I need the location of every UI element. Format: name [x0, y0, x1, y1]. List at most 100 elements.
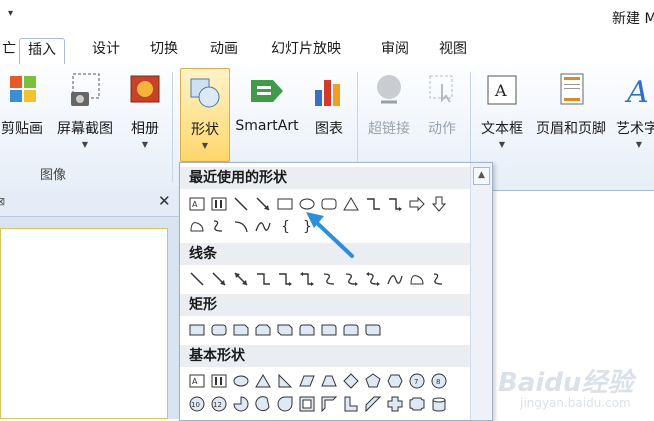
diagonal-stripe-icon[interactable] — [364, 395, 382, 413]
right-arrow-shape-icon[interactable] — [408, 195, 426, 213]
snip-same-side-rectangle-icon[interactable] — [254, 321, 272, 339]
curved-double-arrow-connector-icon[interactable] — [364, 270, 382, 288]
svg-text:A: A — [624, 75, 649, 110]
octagon-icon[interactable]: 8 — [430, 372, 448, 390]
svg-text:{: { — [281, 219, 290, 235]
scribble-icon[interactable] — [430, 270, 448, 288]
screenshot-button[interactable]: 屏幕截图 ▼ — [52, 68, 118, 164]
plaque-icon[interactable] — [408, 395, 426, 413]
decagon-icon[interactable]: 10 — [188, 395, 206, 413]
diamond-icon[interactable] — [342, 372, 360, 390]
arrow-line-shape-icon[interactable] — [254, 195, 272, 213]
trapezoid-icon[interactable] — [320, 372, 338, 390]
round-single-corner-rectangle-icon[interactable] — [320, 321, 338, 339]
half-frame-icon[interactable] — [320, 395, 338, 413]
textbox-shape-icon[interactable]: A — [188, 195, 206, 213]
isosceles-triangle-icon[interactable] — [254, 372, 272, 390]
hexagon-icon[interactable] — [386, 372, 404, 390]
can-icon[interactable] — [430, 395, 448, 413]
cross-icon[interactable] — [386, 395, 404, 413]
elbow-arrow-connector-icon[interactable] — [276, 270, 294, 288]
photo-album-button[interactable]: 相册 ▼ — [122, 68, 168, 164]
gallery-scrollbar[interactable]: ▲ — [470, 163, 492, 420]
teardrop-icon[interactable] — [276, 395, 294, 413]
right-triangle-icon[interactable] — [276, 372, 294, 390]
vertical-textbox-shape-icon[interactable] — [210, 195, 228, 213]
down-arrow-shape-icon[interactable] — [430, 195, 448, 213]
snip-round-rectangle-icon[interactable] — [298, 321, 316, 339]
pie-icon[interactable] — [232, 395, 250, 413]
round-diagonal-rectangle-icon[interactable] — [364, 321, 382, 339]
textbox-icon: A — [487, 75, 517, 105]
smartart-button[interactable]: SmartArt — [232, 68, 302, 164]
tab-slideshow[interactable]: 幻灯片放映 — [263, 38, 349, 62]
arrow-icon[interactable] — [210, 270, 228, 288]
header-footer-button[interactable]: 页眉和页脚 — [530, 68, 612, 164]
tab-design[interactable]: 设计 — [84, 38, 128, 62]
frame-icon[interactable] — [298, 395, 316, 413]
pane-close-icon[interactable]: ✕ — [158, 192, 171, 210]
wordart-button[interactable]: A 艺术字 ▼ — [614, 68, 654, 164]
textbox-button[interactable]: A 文本框 ▼ — [476, 68, 528, 164]
lines-row — [186, 268, 466, 290]
scroll-up-icon[interactable]: ▲ — [473, 167, 490, 185]
hyperlink-button[interactable]: 超链接 — [362, 68, 416, 164]
window-title: 新建 M — [612, 11, 654, 27]
chord-icon[interactable] — [254, 395, 272, 413]
curved-connector-icon[interactable] — [320, 270, 338, 288]
annotation-arrow-icon — [306, 212, 354, 258]
elbow-arrow-connector-shape-icon[interactable] — [386, 195, 404, 213]
chart-button[interactable]: 图表 — [306, 68, 352, 164]
line-shape-icon[interactable] — [232, 195, 250, 213]
photo-album-dropdown-icon: ▼ — [141, 140, 149, 149]
chart-label: 图表 — [315, 121, 343, 137]
basic-vertical-textbox-icon[interactable] — [210, 372, 228, 390]
photo-album-icon — [130, 75, 160, 103]
quick-access-dropdown-icon[interactable]: ▾ — [8, 8, 13, 19]
snip-diagonal-rectangle-icon[interactable] — [276, 321, 294, 339]
elbow-connector-shape-icon[interactable] — [364, 195, 382, 213]
hyperlink-label: 超链接 — [368, 121, 410, 137]
freeform-icon[interactable] — [408, 270, 426, 288]
curve-shape-icon[interactable] — [254, 217, 272, 235]
shapes-dropdown-icon: ▼ — [201, 141, 209, 150]
section-basic-shapes: 基本形状 — [180, 345, 470, 367]
elbow-connector-icon[interactable] — [254, 270, 272, 288]
scribble-shape-icon[interactable] — [210, 217, 228, 235]
rectangle-shape-icon[interactable] — [276, 195, 294, 213]
parallelogram-icon[interactable] — [298, 372, 316, 390]
tab-transitions[interactable]: 切换 — [142, 38, 186, 62]
clipart-button[interactable]: 剪贴画 — [0, 68, 50, 164]
elbow-double-arrow-connector-icon[interactable] — [298, 270, 316, 288]
arc-shape-icon[interactable] — [232, 217, 250, 235]
line-icon[interactable] — [188, 270, 206, 288]
curve-icon[interactable] — [386, 270, 404, 288]
freeform-shape-icon[interactable] — [188, 217, 206, 235]
slide-thumbnail[interactable] — [0, 228, 168, 419]
basic-textbox-icon[interactable]: A — [188, 372, 206, 390]
l-shape-icon[interactable] — [342, 395, 360, 413]
shapes-button[interactable]: 形状 ▼ — [180, 68, 230, 162]
heptagon-icon[interactable]: 7 — [408, 372, 426, 390]
dodecagon-icon[interactable]: 12 — [210, 395, 228, 413]
pane-tab-icon[interactable]: ⊠ — [0, 195, 5, 208]
left-brace-shape-icon[interactable]: { — [276, 217, 294, 235]
action-button[interactable]: 动作 — [420, 68, 464, 164]
tab-view[interactable]: 视图 — [431, 38, 475, 62]
svg-text:A: A — [192, 377, 198, 386]
tab-animations[interactable]: 动画 — [202, 38, 246, 62]
round-same-side-rectangle-icon[interactable] — [342, 321, 360, 339]
svg-text:10: 10 — [191, 401, 200, 409]
rounded-rectangle-icon[interactable] — [210, 321, 228, 339]
snip-single-corner-rectangle-icon[interactable] — [232, 321, 250, 339]
ribbon-separator — [172, 72, 173, 182]
rectangle-icon[interactable] — [188, 321, 206, 339]
pentagon-icon[interactable] — [364, 372, 382, 390]
basic-shapes-row-2: 10 12 — [186, 393, 466, 415]
tab-review[interactable]: 审阅 — [373, 38, 417, 62]
tab-insert[interactable]: 插入 — [19, 38, 65, 65]
svg-text:12: 12 — [213, 401, 222, 409]
basic-oval-icon[interactable] — [232, 372, 250, 390]
curved-arrow-connector-icon[interactable] — [342, 270, 360, 288]
double-arrow-icon[interactable] — [232, 270, 250, 288]
